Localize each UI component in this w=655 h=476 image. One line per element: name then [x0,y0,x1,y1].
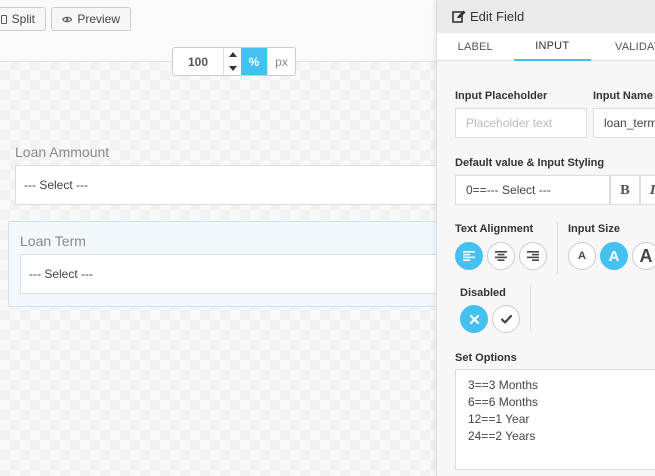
panel-header: Edit Field [437,0,655,33]
loan-term-select-value: --- Select --- [29,267,93,281]
size-large-button[interactable]: A [632,242,655,270]
tab-validation[interactable]: VALIDAT [591,33,655,61]
option-line: 24==2 Years [468,429,536,443]
eye-icon [62,16,73,22]
tab-label[interactable]: LABEL [437,33,514,61]
loan-term-label: Loan Term [20,233,86,249]
default-value-field[interactable]: 0==--- Select --- [455,175,610,205]
split-label: Split [11,12,35,26]
input-name-label: Input Name [593,90,653,102]
disabled-yes-button[interactable] [492,305,520,333]
size-medium-glyph: A [608,247,620,265]
caret-down-icon[interactable] [228,65,237,71]
input-placeholder-hint: Placeholder text [466,116,553,130]
size-large-glyph: A [639,245,653,266]
bold-icon: B [619,183,631,197]
size-small-glyph: A [578,250,586,262]
split-icon [1,14,7,24]
edit-icon [452,10,466,23]
italic-icon: I [650,183,655,197]
input-size-label: Input Size [568,223,620,235]
preview-button[interactable]: Preview [51,7,131,31]
close-icon [469,314,479,324]
field-width-control: 100 % px [172,47,296,76]
size-small-button[interactable]: A [568,242,596,270]
disabled-no-button[interactable] [460,305,488,333]
align-left-button[interactable] [455,242,483,270]
loan-amount-select[interactable]: --- Select --- [15,165,445,205]
loan-amount-label: Loan Ammount [15,144,110,160]
loan-term-select[interactable]: --- Select --- [20,254,445,294]
input-name-field[interactable]: loan_term [593,108,655,138]
input-name-value: loan_term [604,116,655,130]
set-options-textarea[interactable]: 3==3 Months 6==6 Months 12==1 Year 24==2… [455,369,655,470]
panel-tabs: LABEL INPUT VALIDAT [437,33,655,61]
align-right-button[interactable] [519,242,547,270]
align-right-icon [527,251,539,261]
set-options-label: Set Options [455,352,517,364]
divider [530,285,531,331]
input-placeholder-label: Input Placeholder [455,90,548,102]
align-left-icon [463,251,475,261]
bold-button[interactable]: B [610,175,640,205]
default-value-text: 0==--- Select --- [466,183,551,197]
split-button[interactable]: Split [0,7,46,31]
check-icon [500,314,512,324]
italic-button[interactable]: I [640,175,655,205]
option-line: 12==1 Year [468,412,530,426]
unit-px-button[interactable]: px [267,48,295,75]
width-stepper[interactable] [223,48,241,75]
edit-field-panel: Edit Field LABEL INPUT VALIDAT Input Pla… [436,0,655,476]
divider [557,222,558,274]
input-placeholder-field[interactable]: Placeholder text [455,108,587,138]
option-line: 3==3 Months [468,378,539,392]
text-alignment-label: Text Alignment [455,223,534,235]
disabled-label: Disabled [460,287,506,299]
width-value-input[interactable]: 100 [173,48,223,75]
unit-percent-button[interactable]: % [241,48,267,75]
loan-amount-select-value: --- Select --- [24,178,88,192]
panel-title: Edit Field [470,9,525,24]
tab-input[interactable]: INPUT [513,33,591,61]
caret-up-icon[interactable] [228,52,237,58]
default-value-label: Default value & Input Styling [455,157,605,169]
option-line: 6==6 Months [468,395,539,409]
align-center-icon [495,251,507,261]
align-center-button[interactable] [487,242,515,270]
size-medium-button[interactable]: A [600,242,628,270]
preview-label: Preview [77,12,120,26]
